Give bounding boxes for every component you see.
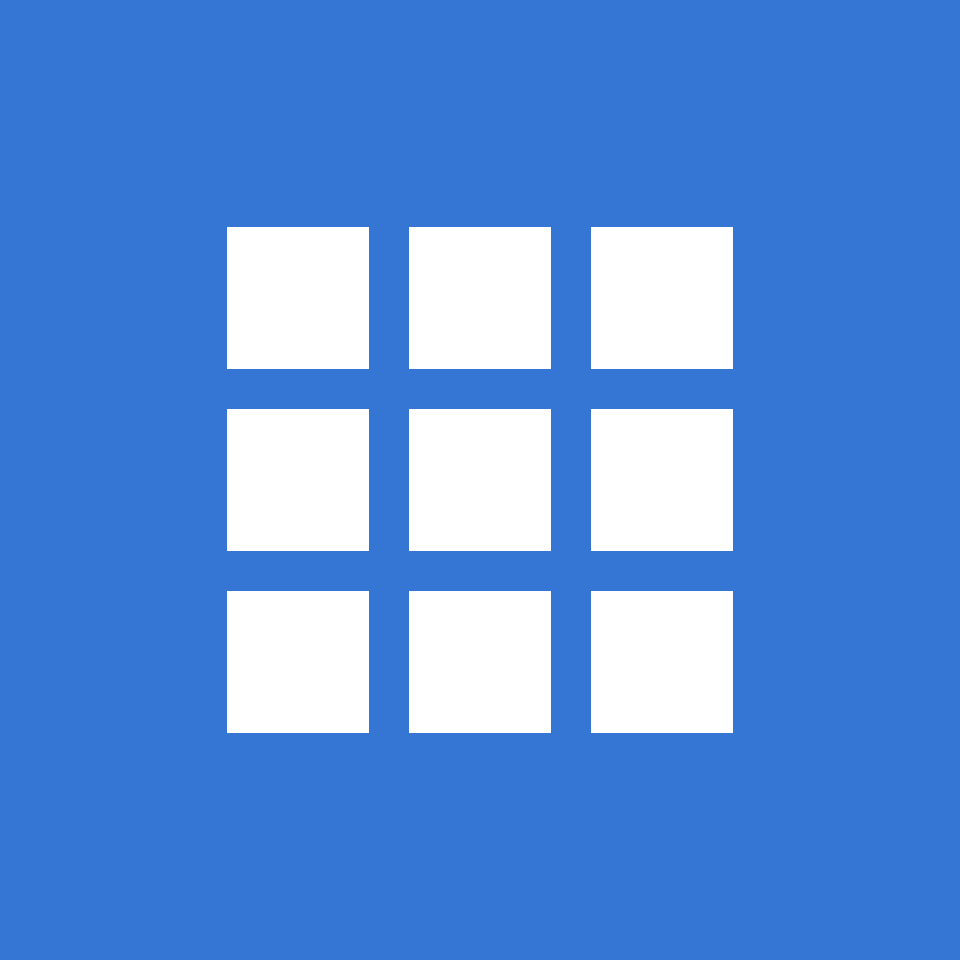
grid-tile (591, 591, 733, 733)
grid-tile (591, 227, 733, 369)
grid-tile (591, 409, 733, 551)
app-icon-background (0, 0, 960, 960)
grid-tile (409, 591, 551, 733)
grid-tile (409, 227, 551, 369)
grid-tile (227, 409, 369, 551)
grid-tile (409, 409, 551, 551)
grid-icon (227, 227, 733, 733)
grid-tile (227, 591, 369, 733)
grid-tile (227, 227, 369, 369)
